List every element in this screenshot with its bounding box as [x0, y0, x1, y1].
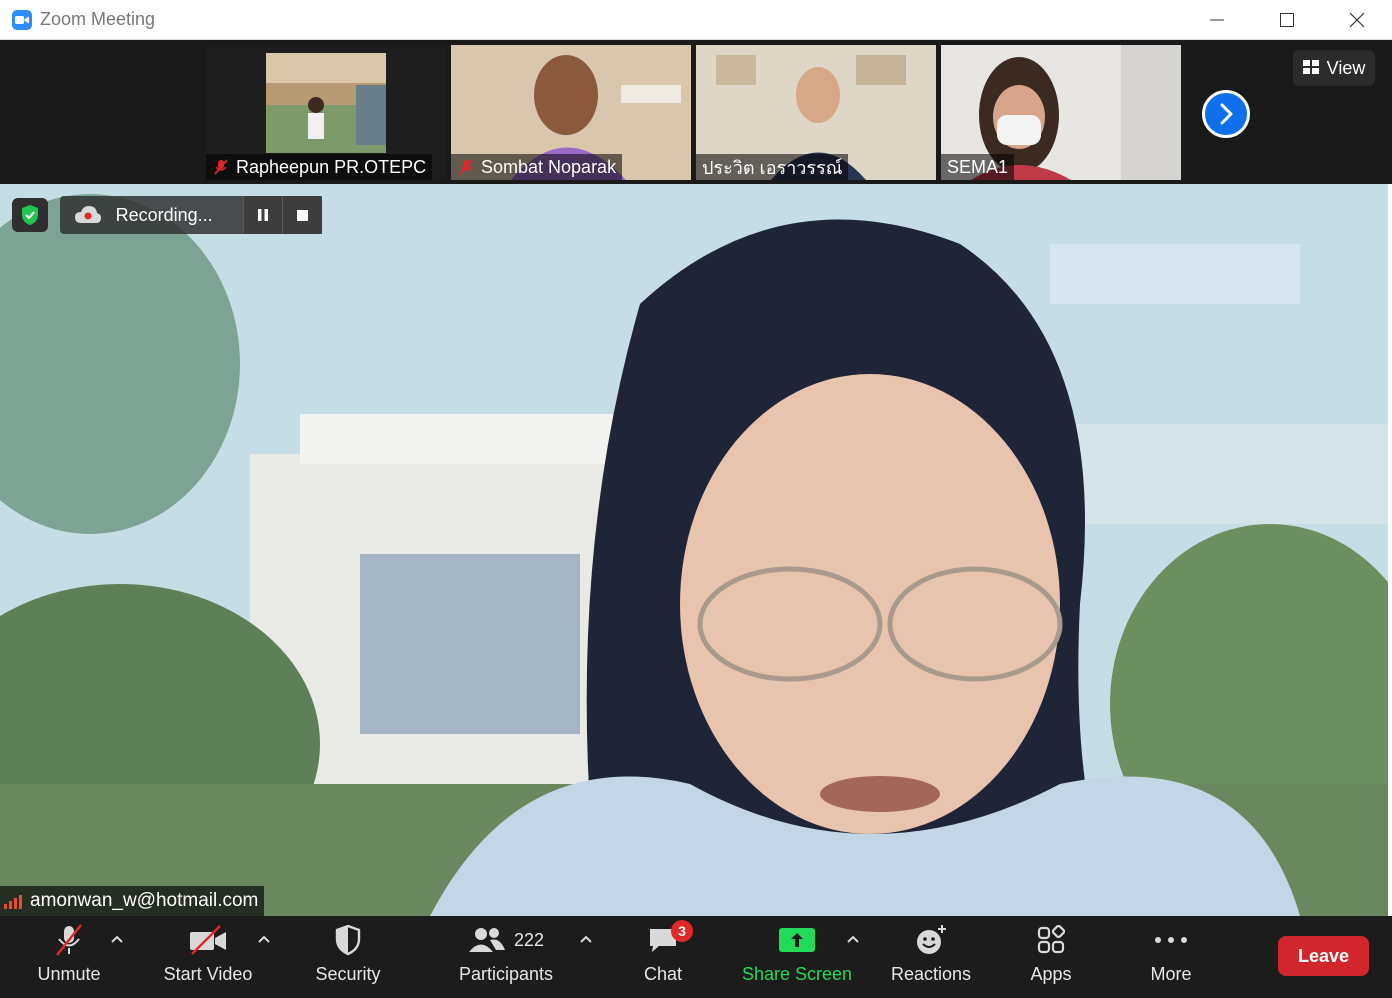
signal-strength-icon: [4, 893, 22, 909]
participants-label: Participants: [458, 964, 554, 984]
close-icon[interactable]: [1322, 0, 1392, 40]
share-screen-label: Share Screen: [741, 964, 853, 984]
security-button[interactable]: Security: [308, 916, 388, 998]
view-button[interactable]: View: [1293, 50, 1375, 86]
participant-tile[interactable]: ประวิต เอราวรรณ์: [696, 45, 936, 180]
microphone-muted-icon: [457, 158, 475, 176]
participant-tile[interactable]: Rapheepun PR.OTEPC: [206, 45, 446, 180]
participant-name-tag: Sombat Noparak: [451, 154, 623, 180]
cloud-recording-icon: [60, 196, 116, 234]
participant-strip: Rapheepun PR.OTEPC Sombat Noparak ประวิต…: [0, 40, 1392, 184]
chat-bubble-icon: 3: [647, 916, 693, 964]
chevron-up-icon[interactable]: [578, 932, 594, 946]
shield-icon: [333, 916, 363, 964]
participants-count: 222: [513, 929, 545, 950]
participant-name-tag: SEMA1: [941, 154, 1015, 180]
view-label: View: [1326, 57, 1366, 78]
share-screen-icon: [779, 916, 815, 964]
start-video-button[interactable]: Start Video: [155, 916, 261, 998]
participant-name: Rapheepun PR.OTEPC: [236, 156, 427, 177]
unmute-label: Unmute: [37, 964, 101, 984]
title-bar: Zoom Meeting: [0, 0, 1392, 40]
window-title: Zoom Meeting: [40, 9, 156, 29]
participant-name: SEMA1: [947, 156, 1009, 177]
more-label: More: [1150, 964, 1192, 984]
chevron-up-icon[interactable]: [109, 932, 125, 946]
apps-icon: [1036, 916, 1066, 964]
scrollbar: [1388, 184, 1392, 916]
security-label: Security: [315, 964, 381, 984]
participant-name: Sombat Noparak: [481, 156, 617, 177]
participant-tile[interactable]: SEMA1: [941, 45, 1181, 180]
minimize-icon[interactable]: [1182, 0, 1252, 40]
more-button[interactable]: More: [1140, 916, 1202, 998]
active-speaker-name: amonwan_w@hotmail.com: [30, 890, 259, 911]
zoom-logo-icon: [12, 9, 32, 30]
leave-button[interactable]: Leave: [1278, 936, 1369, 976]
reactions-button[interactable]: Reactions: [888, 916, 974, 998]
pause-icon[interactable]: [242, 196, 283, 234]
video-off-icon: [188, 916, 228, 964]
recording-label: Recording...: [115, 204, 213, 225]
recording-indicator: Recording...: [60, 196, 322, 234]
participant-name-tag: Rapheepun PR.OTEPC: [206, 154, 433, 180]
maximize-icon[interactable]: [1252, 0, 1322, 40]
chevron-up-icon[interactable]: [256, 932, 272, 946]
microphone-muted-icon: [212, 158, 230, 176]
active-speaker-video: [0, 184, 1388, 916]
apps-button[interactable]: Apps: [1020, 916, 1082, 998]
microphone-muted-icon: [53, 916, 85, 964]
unmute-button[interactable]: Unmute: [28, 916, 110, 998]
chevron-up-icon[interactable]: [845, 932, 861, 946]
chat-button[interactable]: 3 Chat: [634, 916, 693, 998]
unread-badge: 3: [671, 920, 693, 942]
shield-check-icon[interactable]: [12, 198, 48, 232]
participants-icon: 222: [468, 916, 544, 964]
participants-button[interactable]: 222 Participants: [452, 916, 560, 998]
participant-tile[interactable]: Sombat Noparak: [451, 45, 691, 180]
start-video-label: Start Video: [163, 964, 253, 984]
active-speaker-name-tag: amonwan_w@hotmail.com: [0, 886, 265, 916]
smiley-plus-icon: [914, 916, 948, 964]
ellipsis-icon: [1154, 916, 1188, 964]
participant-name-tag: ประวิต เอราวรรณ์: [696, 154, 849, 180]
stop-icon[interactable]: [282, 196, 322, 234]
chevron-right-icon[interactable]: [1202, 90, 1250, 138]
meeting-toolbar: Unmute Start Video Security 222 Particip…: [0, 916, 1392, 998]
apps-label: Apps: [1030, 964, 1072, 984]
chat-label: Chat: [643, 964, 683, 984]
reactions-label: Reactions: [890, 964, 972, 984]
grid-icon: [1302, 58, 1319, 79]
participant-name: ประวิต เอราวรรณ์: [702, 157, 843, 178]
share-screen-button[interactable]: Share Screen: [740, 916, 854, 998]
